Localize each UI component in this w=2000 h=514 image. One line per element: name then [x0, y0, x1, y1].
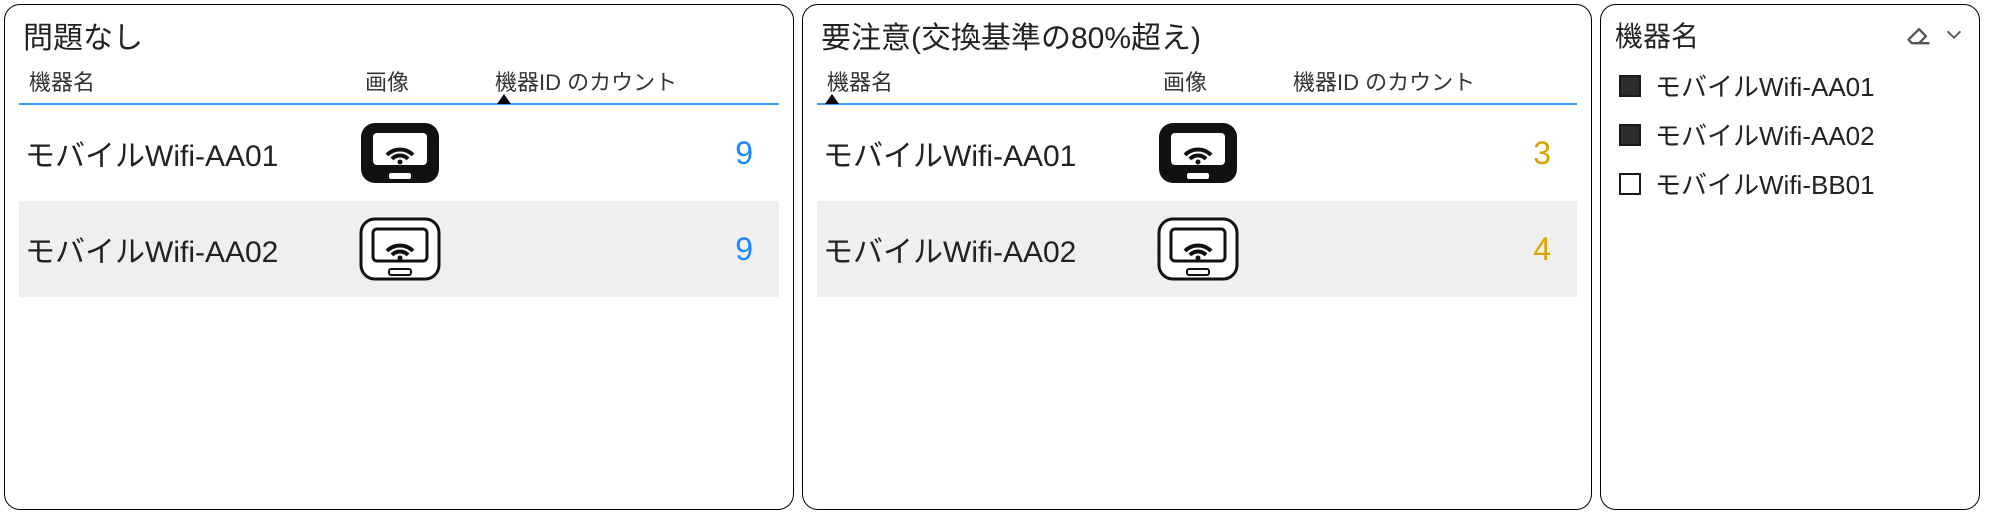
legend-label: モバイルWifi-BB01	[1655, 165, 1875, 202]
col-header-count[interactable]: 機器ID のカウント	[1287, 61, 1577, 103]
table-header: 機器名 画像 機器ID のカウント	[19, 57, 779, 105]
col-header-image[interactable]: 画像	[1157, 61, 1287, 103]
table-header: 機器名 画像 機器ID のカウント	[817, 57, 1577, 105]
sort-asc-icon	[825, 94, 839, 104]
table-body: モバイルWifi-AA01 3 モバイルWifi-AA02	[817, 105, 1577, 297]
table-row[interactable]: モバイルWifi-AA01 3	[817, 105, 1577, 201]
cell-device-image	[359, 121, 489, 185]
col-header-image[interactable]: 画像	[359, 61, 489, 103]
legend-header: 機器名	[1601, 11, 1979, 61]
table-row[interactable]: モバイルWifi-AA02 9	[19, 201, 779, 297]
cell-device-name: モバイルWifi-AA02	[817, 227, 1157, 271]
wifi-device-icon	[359, 121, 441, 185]
cell-count: 9	[489, 135, 779, 172]
cell-device-image	[1157, 121, 1287, 185]
legend-label: モバイルWifi-AA01	[1655, 67, 1875, 104]
cell-device-name: モバイルWifi-AA01	[19, 131, 359, 175]
panel-ok: 問題なし 機器名 画像 機器ID のカウント モバイルWifi-AA01	[4, 4, 794, 510]
cell-device-image	[359, 217, 489, 281]
legend-list: モバイルWifi-AA01 モバイルWifi-AA02 モバイルWifi-BB0…	[1601, 61, 1979, 208]
col-header-name-label: 機器名	[827, 70, 893, 95]
panel-title: 問題なし	[5, 11, 793, 57]
table-row[interactable]: モバイルWifi-AA02 4	[817, 201, 1577, 297]
panel-title: 要注意(交換基準の80%超え)	[803, 11, 1591, 57]
wifi-device-icon	[359, 217, 441, 281]
cell-device-name: モバイルWifi-AA02	[19, 227, 359, 271]
legend-title: 機器名	[1615, 15, 1699, 55]
panel-warn: 要注意(交換基準の80%超え) 機器名 画像 機器ID のカウント モバイルWi…	[802, 4, 1592, 510]
legend-item[interactable]: モバイルWifi-AA02	[1619, 110, 1961, 159]
clear-filter-icon[interactable]	[1905, 21, 1933, 49]
cell-device-image	[1157, 217, 1287, 281]
col-header-count[interactable]: 機器ID のカウント	[489, 61, 779, 103]
legend-panel: 機器名 モバイルWifi-AA01 モバイルWifi-AA02 モバイルWifi…	[1600, 4, 1980, 510]
legend-swatch-icon	[1619, 75, 1641, 97]
cell-count: 3	[1287, 135, 1577, 172]
col-header-count-label: 機器ID のカウント	[495, 70, 677, 95]
legend-swatch-icon	[1619, 173, 1641, 195]
legend-item[interactable]: モバイルWifi-BB01	[1619, 159, 1961, 208]
table-row[interactable]: モバイルWifi-AA01 9	[19, 105, 779, 201]
wifi-device-icon	[1157, 121, 1239, 185]
sort-asc-icon	[497, 94, 511, 104]
legend-swatch-icon	[1619, 124, 1641, 146]
chevron-down-icon[interactable]	[1943, 24, 1965, 46]
col-header-name[interactable]: 機器名	[19, 61, 359, 103]
cell-count: 9	[489, 231, 779, 268]
legend-item[interactable]: モバイルWifi-AA01	[1619, 61, 1961, 110]
wifi-device-icon	[1157, 217, 1239, 281]
legend-label: モバイルWifi-AA02	[1655, 116, 1875, 153]
cell-count: 4	[1287, 231, 1577, 268]
dashboard-root: 問題なし 機器名 画像 機器ID のカウント モバイルWifi-AA01	[0, 0, 2000, 514]
cell-device-name: モバイルWifi-AA01	[817, 131, 1157, 175]
col-header-name[interactable]: 機器名	[817, 61, 1157, 103]
table-body: モバイルWifi-AA01 9 モバイルWifi-AA02	[19, 105, 779, 297]
